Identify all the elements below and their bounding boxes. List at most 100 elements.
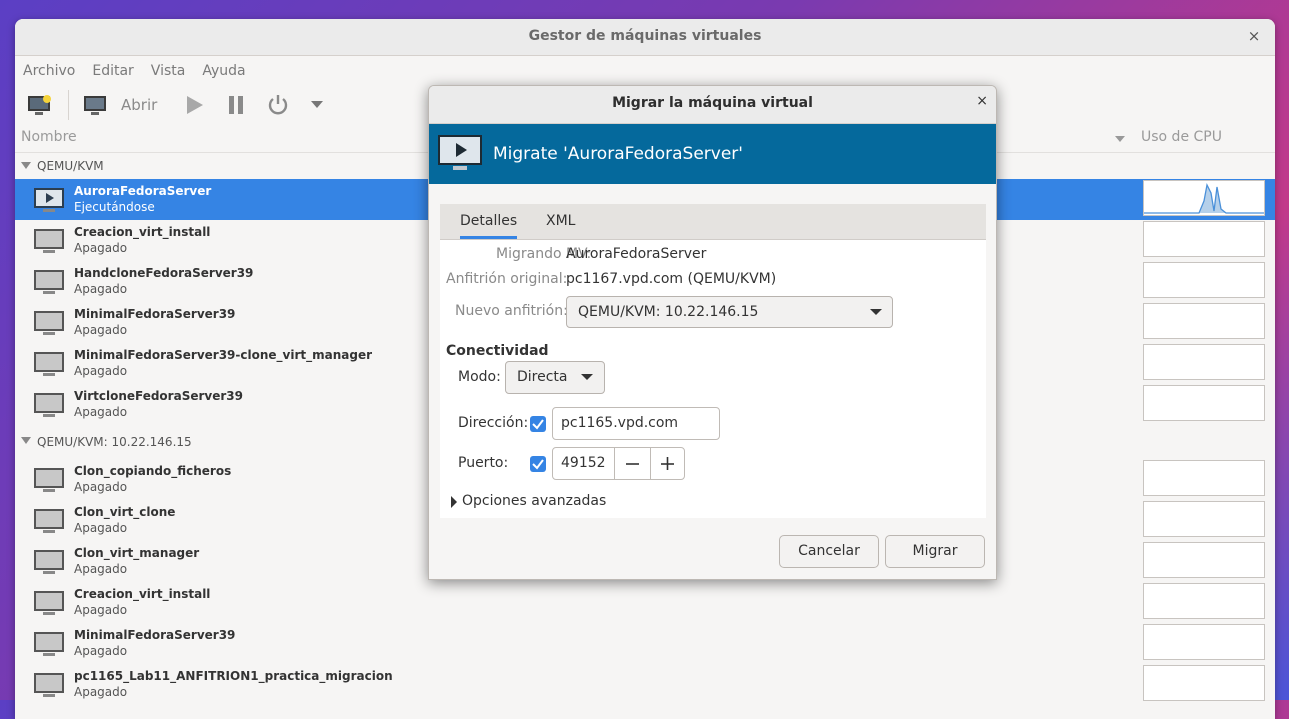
close-icon[interactable]: × bbox=[1243, 25, 1265, 47]
open-button[interactable]: Abrir bbox=[83, 86, 183, 124]
dialog-title: Migrar la máquina virtual bbox=[612, 95, 813, 111]
menu-archivo[interactable]: Archivo bbox=[23, 63, 75, 79]
title-bar: Gestor de máquinas virtuales × bbox=[15, 19, 1275, 56]
cpu-graph bbox=[1143, 180, 1265, 216]
tab-xml[interactable]: XML bbox=[546, 213, 575, 229]
vm-off-icon bbox=[34, 229, 64, 253]
vm-name: VirtcloneFedoraServer39 bbox=[74, 389, 243, 403]
expander-icon[interactable] bbox=[21, 437, 31, 444]
vm-row[interactable]: pc1165_Lab11_ANFITRION1_practica_migraci… bbox=[15, 664, 1275, 705]
cpu-graph bbox=[1143, 460, 1265, 496]
vm-off-icon bbox=[34, 270, 64, 294]
connection-label: QEMU/KVM bbox=[37, 159, 104, 173]
menu-editar[interactable]: Editar bbox=[92, 63, 133, 79]
mode-combo[interactable]: Directa bbox=[505, 361, 605, 394]
new-host-combo[interactable]: QEMU/KVM: 10.22.146.15 bbox=[566, 296, 893, 328]
menu-bar: Archivo Editar Vista Ayuda bbox=[15, 56, 1275, 86]
new-host-label: Nuevo anfitrión: bbox=[455, 303, 568, 319]
vm-row[interactable]: MinimalFedoraServer39 Apagado bbox=[15, 623, 1275, 664]
vm-status: Apagado bbox=[74, 521, 128, 535]
cpu-graph bbox=[1143, 542, 1265, 578]
vm-running-icon bbox=[34, 188, 64, 212]
vm-name: MinimalFedoraServer39 bbox=[74, 628, 236, 642]
checkmark-icon bbox=[532, 419, 544, 430]
port-checkbox[interactable] bbox=[530, 456, 546, 472]
shutdown-menu-button[interactable] bbox=[307, 86, 327, 124]
vm-name: HandcloneFedoraServer39 bbox=[74, 266, 254, 280]
cancel-button[interactable]: Cancelar bbox=[779, 535, 879, 568]
menu-vista[interactable]: Vista bbox=[151, 63, 186, 79]
expander-icon[interactable] bbox=[21, 162, 31, 169]
checkmark-icon bbox=[532, 459, 544, 470]
chevron-down-icon bbox=[870, 309, 882, 315]
vm-off-icon bbox=[34, 468, 64, 492]
run-button[interactable] bbox=[181, 86, 207, 124]
vm-status: Apagado bbox=[74, 562, 128, 576]
vm-off-icon bbox=[34, 632, 64, 656]
mode-label: Modo: bbox=[458, 369, 501, 385]
port-spinner[interactable]: 49152 bbox=[552, 447, 685, 480]
vm-name: Clon_copiando_ficheros bbox=[74, 464, 232, 478]
cpu-graph bbox=[1143, 665, 1265, 701]
vm-name: Clon_virt_clone bbox=[74, 505, 176, 519]
menu-ayuda[interactable]: Ayuda bbox=[202, 63, 245, 79]
monitor-icon bbox=[84, 96, 106, 115]
vm-off-icon bbox=[34, 591, 64, 615]
new-vm-button[interactable] bbox=[25, 86, 55, 124]
decrement-button[interactable] bbox=[615, 448, 650, 479]
sort-icon bbox=[1115, 136, 1125, 142]
tab-details[interactable]: Detalles bbox=[460, 213, 518, 239]
address-input[interactable]: pc1165.vpd.com bbox=[552, 407, 720, 440]
column-cpu[interactable]: Uso de CPU bbox=[1141, 129, 1222, 145]
new-vm-icon bbox=[28, 95, 51, 115]
connectivity-heading: Conectividad bbox=[446, 343, 549, 359]
original-host-label: Anfitrión original: bbox=[446, 271, 568, 287]
mode-value: Directa bbox=[517, 369, 568, 385]
minus-icon bbox=[626, 463, 639, 465]
vm-migrate-icon bbox=[438, 135, 482, 170]
dialog-title-bar: Migrar la máquina virtual × bbox=[429, 86, 996, 124]
cpu-graph bbox=[1143, 262, 1265, 298]
play-icon bbox=[187, 96, 203, 114]
advanced-options-label: Opciones avanzadas bbox=[462, 493, 607, 509]
pause-icon bbox=[229, 96, 243, 114]
vm-status: Apagado bbox=[74, 480, 128, 494]
open-label: Abrir bbox=[121, 96, 158, 114]
cpu-usage-chart bbox=[1144, 182, 1264, 214]
vm-status: Apagado bbox=[74, 282, 128, 296]
power-icon bbox=[268, 95, 288, 115]
vm-name: MinimalFedoraServer39-clone_virt_manager bbox=[74, 348, 373, 362]
column-name[interactable]: Nombre bbox=[21, 129, 77, 145]
vm-off-icon bbox=[34, 550, 64, 574]
pause-button[interactable] bbox=[223, 86, 249, 124]
vm-status: Apagado bbox=[74, 241, 128, 255]
address-label: Dirección: bbox=[458, 415, 529, 431]
migrate-button[interactable]: Migrar bbox=[885, 535, 985, 568]
chevron-down-icon bbox=[311, 101, 323, 108]
shutdown-button[interactable] bbox=[265, 86, 291, 124]
dialog-banner: Migrate 'AuroraFedoraServer' bbox=[429, 124, 996, 184]
cpu-graph bbox=[1143, 501, 1265, 537]
expander-right-icon bbox=[451, 496, 457, 508]
details-panel: Detalles XML Migrando MV: AuroraFedoraSe… bbox=[440, 204, 986, 518]
dialog-close-icon[interactable]: × bbox=[976, 93, 988, 109]
vm-status: Apagado bbox=[74, 405, 128, 419]
port-value[interactable]: 49152 bbox=[561, 455, 606, 471]
cpu-graph bbox=[1143, 344, 1265, 380]
vm-status: Apagado bbox=[74, 323, 128, 337]
vm-off-icon bbox=[34, 393, 64, 417]
vm-status: Apagado bbox=[74, 644, 128, 658]
vm-status: Apagado bbox=[74, 364, 128, 378]
address-value: pc1165.vpd.com bbox=[561, 415, 679, 431]
vm-name: Creacion_virt_install bbox=[74, 225, 211, 239]
cpu-graph bbox=[1143, 624, 1265, 660]
chevron-down-icon bbox=[581, 374, 593, 380]
vm-row[interactable]: Creacion_virt_install Apagado bbox=[15, 582, 1275, 623]
cpu-graph bbox=[1143, 303, 1265, 339]
address-checkbox[interactable] bbox=[530, 416, 546, 432]
vm-name: AuroraFedoraServer bbox=[74, 184, 212, 198]
window-title: Gestor de máquinas virtuales bbox=[528, 28, 762, 44]
increment-button[interactable] bbox=[651, 448, 685, 479]
vm-off-icon bbox=[34, 311, 64, 335]
vm-name: Clon_virt_manager bbox=[74, 546, 200, 560]
